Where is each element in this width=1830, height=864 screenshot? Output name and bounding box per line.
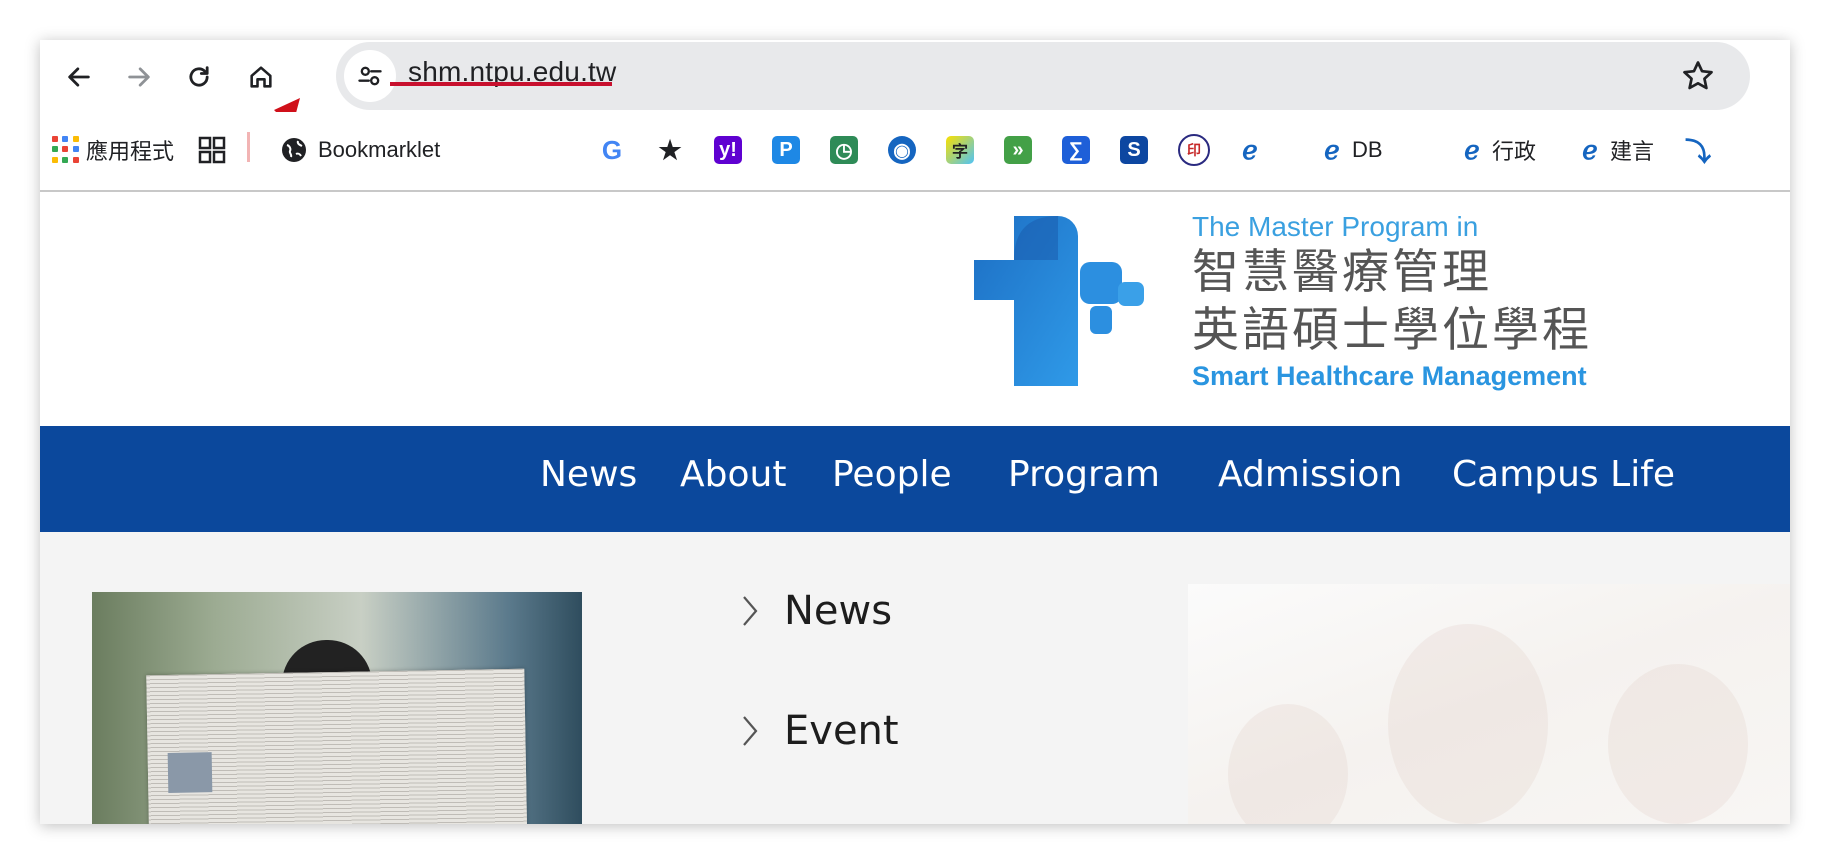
main-navigation: News About People Program Admission Camp… bbox=[40, 426, 1790, 532]
e-logo-icon: ℯ bbox=[1242, 134, 1258, 165]
green-app-icon: ◷ bbox=[830, 136, 858, 164]
globe-icon bbox=[282, 138, 306, 162]
url-highlight-underline bbox=[390, 82, 612, 86]
e-logo-icon: ℯ bbox=[1464, 134, 1480, 165]
back-button[interactable] bbox=[56, 54, 102, 100]
side-link-label: Event bbox=[784, 708, 899, 754]
bookmark-grid[interactable] bbox=[198, 130, 226, 170]
yahoo-icon: y! bbox=[714, 136, 742, 164]
bookmark-bookmarklet[interactable]: Bookmarklet bbox=[280, 130, 440, 170]
star-icon: ★ bbox=[658, 134, 682, 165]
bookmark-star-1[interactable]: ★ bbox=[656, 130, 684, 170]
bookmark-forward-7[interactable]: » bbox=[1004, 130, 1032, 170]
google-icon: G bbox=[601, 134, 623, 165]
logo-tagline: The Master Program in bbox=[1192, 211, 1479, 242]
bookmark-sigma-8[interactable]: ∑ bbox=[1062, 130, 1090, 170]
logo-english-name: Smart Healthcare Management bbox=[1192, 361, 1587, 391]
bookmark-label: 建言 bbox=[1610, 139, 1655, 164]
side-link-label: News bbox=[784, 588, 893, 634]
nav-admission[interactable]: Admission bbox=[1218, 454, 1402, 495]
bookmark-p-3[interactable]: P bbox=[772, 130, 800, 170]
p-icon: P bbox=[772, 136, 800, 164]
runner-icon: ⤵ bbox=[1684, 136, 1711, 167]
grid-icon bbox=[198, 136, 226, 164]
eye-icon: ◉ bbox=[888, 136, 916, 164]
nav-program[interactable]: Program bbox=[1008, 454, 1160, 495]
background-image bbox=[1188, 584, 1790, 824]
e-logo-icon: ℯ bbox=[1324, 134, 1340, 165]
side-link-news[interactable]: News bbox=[740, 588, 892, 634]
nav-people[interactable]: People bbox=[832, 454, 952, 495]
s-stack-icon: S bbox=[1120, 136, 1148, 164]
bookmarks-bar: 應用程式 Bookmarklet G ★ y! P ◷ ◉ 字 » ∑ S 印 ℯ ℯ DB ℯ 行政 ℯ 建言 ⤵ bbox=[40, 112, 1790, 192]
bookmark-e-logo-14[interactable]: ℯ 建言 bbox=[1576, 130, 1654, 170]
logo-chinese-line1: 智慧醫療管理 bbox=[1192, 245, 1492, 300]
bookmark-green-app-4[interactable]: ◷ bbox=[830, 130, 858, 170]
logo-text-block: The Master Program in 智慧醫療管理 英語碩士學位學程 Sm… bbox=[1192, 210, 1592, 392]
address-bar[interactable]: shm.ntpu.edu.tw bbox=[336, 42, 1750, 110]
bookmark-seal-10[interactable]: 印 bbox=[1178, 130, 1210, 170]
site-info-button[interactable] bbox=[344, 50, 396, 102]
bookmark-eye-5[interactable]: ◉ bbox=[888, 130, 916, 170]
reload-button[interactable] bbox=[176, 54, 222, 100]
bookmark-e-logo-11[interactable]: ℯ bbox=[1236, 130, 1264, 170]
nav-campus-life[interactable]: Campus Life bbox=[1452, 454, 1675, 495]
extension-icon[interactable] bbox=[1784, 58, 1790, 94]
nav-news[interactable]: News bbox=[540, 454, 637, 495]
bookmark-e-logo-12[interactable]: ℯ DB bbox=[1318, 130, 1383, 170]
content-area: News Event bbox=[40, 532, 1790, 824]
bookmark-label: Bookmarklet bbox=[318, 137, 441, 162]
forward-icon: » bbox=[1004, 136, 1032, 164]
back-arrow-icon bbox=[68, 67, 90, 87]
bookmark-yahoo-2[interactable]: y! bbox=[714, 130, 742, 170]
bookmark-separator bbox=[247, 132, 250, 162]
bookmark-google-0[interactable]: G bbox=[598, 130, 626, 170]
seal-icon: 印 bbox=[1178, 134, 1210, 166]
forward-arrow-icon bbox=[128, 67, 150, 87]
side-link-event[interactable]: Event bbox=[740, 708, 899, 754]
bookmark-label: 行政 bbox=[1492, 139, 1537, 164]
bookmark-e-logo-13[interactable]: ℯ 行政 bbox=[1458, 130, 1536, 170]
bookmark-star-icon[interactable] bbox=[1680, 58, 1716, 94]
forward-button[interactable] bbox=[116, 54, 162, 100]
bookmark-s-stack-9[interactable]: S bbox=[1120, 130, 1148, 170]
bookmark-dictionary-6[interactable]: 字 bbox=[946, 130, 974, 170]
tune-settings-icon bbox=[358, 66, 382, 86]
nav-about[interactable]: About bbox=[680, 454, 786, 495]
bookmark-label: DB bbox=[1352, 137, 1383, 162]
site-header: The Master Program in 智慧醫療管理 英語碩士學位學程 Sm… bbox=[40, 192, 1790, 426]
news-photo bbox=[92, 592, 582, 824]
bookmark-label: 應用程式 bbox=[86, 139, 175, 164]
chevron-right-icon bbox=[743, 716, 758, 746]
bookmark-apps[interactable]: 應用程式 bbox=[52, 130, 174, 170]
shm-logo-icon bbox=[974, 216, 1144, 386]
apps-grid-icon bbox=[52, 136, 80, 164]
bookmark-runner-15[interactable]: ⤵ bbox=[1684, 130, 1712, 170]
logo-chinese-line2: 英語碩士學位學程 bbox=[1192, 303, 1592, 358]
reload-icon bbox=[189, 66, 209, 87]
chevron-right-icon bbox=[743, 596, 758, 626]
e-logo-icon: ℯ bbox=[1582, 134, 1598, 165]
browser-window: shm.ntpu.edu.tw 應用程式 Bookmarklet G ★ y! … bbox=[40, 40, 1790, 824]
dictionary-icon: 字 bbox=[946, 136, 974, 164]
sigma-icon: ∑ bbox=[1062, 136, 1090, 164]
